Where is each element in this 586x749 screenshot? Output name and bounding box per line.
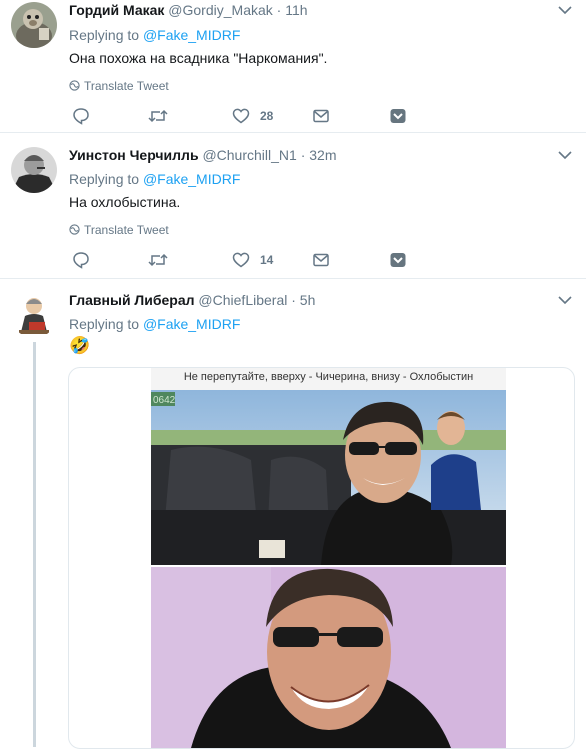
globe-icon — [69, 80, 80, 91]
retweet-icon — [148, 253, 168, 267]
bookmark-icon — [390, 109, 406, 123]
reply-mention-link[interactable]: @Fake_MIDRF — [143, 27, 240, 43]
display-name[interactable]: Гордий Макак — [69, 2, 164, 18]
tweet[interactable]: Уинстон Черчилль @Churchill_N1 · 32m Rep… — [0, 133, 586, 278]
chevron-down-icon[interactable] — [558, 295, 572, 305]
reply-mention-link[interactable]: @Fake_MIDRF — [143, 171, 240, 187]
replying-to: Replying to @Fake_MIDRF — [69, 26, 240, 44]
timestamp[interactable]: 32m — [309, 147, 336, 163]
envelope-icon — [313, 109, 329, 123]
tweet-header: Главный Либерал @ChiefLiberal · 5h — [69, 291, 315, 309]
tweet-text: На охлобыстина. — [69, 194, 181, 210]
envelope-icon — [313, 253, 329, 267]
translate-tweet-link[interactable]: Translate Tweet — [69, 79, 169, 93]
separator-dot: · — [300, 147, 306, 163]
display-name[interactable]: Главный Либерал — [69, 292, 195, 308]
replying-to: Replying to @Fake_MIDRF — [69, 170, 240, 188]
separator-dot: · — [276, 2, 282, 18]
photo-top: 0642 — [151, 390, 506, 565]
tweet[interactable]: Гордий Макак @Gordiy_Makak · 11h Replyin… — [0, 0, 586, 132]
translate-tweet-link[interactable]: Translate Tweet — [69, 223, 169, 237]
photo-bottom — [151, 567, 506, 748]
bookmark-button[interactable] — [389, 251, 407, 271]
media-watermark: 0642 — [153, 395, 176, 406]
globe-icon — [69, 224, 80, 235]
tweet-actions: 14 — [69, 251, 419, 271]
user-handle[interactable]: @Churchill_N1 — [202, 147, 296, 163]
retweet-button[interactable] — [148, 251, 168, 271]
reply-mention-link[interactable]: @Fake_MIDRF — [143, 316, 240, 332]
translate-label: Translate Tweet — [84, 223, 169, 237]
tweet-text: 🤣 — [69, 336, 91, 355]
avatar[interactable] — [11, 292, 57, 338]
heart-icon — [232, 252, 250, 268]
chevron-down-icon[interactable] — [558, 5, 572, 15]
reply-button[interactable] — [72, 251, 90, 271]
user-handle[interactable]: @Gordiy_Makak — [168, 2, 272, 18]
replying-label: Replying to — [69, 316, 143, 332]
heart-icon — [232, 108, 250, 124]
replying-to: Replying to @Fake_MIDRF — [69, 315, 240, 333]
retweet-icon — [148, 109, 168, 123]
media-caption: Не перепутайте, вверху - Чичерина, внизу… — [183, 371, 474, 383]
avatar[interactable] — [11, 147, 57, 193]
tweet-header: Уинстон Черчилль @Churchill_N1 · 32m — [69, 146, 337, 164]
tweet-text: Она похожа на всадника "Наркомания". — [69, 50, 328, 66]
media-caption-bar: Не перепутайте, вверху - Чичерина, внизу… — [151, 368, 506, 390]
like-count: 28 — [260, 109, 274, 123]
timestamp[interactable]: 11h — [285, 2, 307, 18]
translate-label: Translate Tweet — [84, 79, 169, 93]
tweet-actions: 28 — [69, 107, 419, 127]
bookmark-icon — [390, 253, 406, 267]
like-button[interactable] — [232, 251, 250, 271]
reply-button[interactable] — [72, 107, 90, 127]
direct-message-button[interactable] — [312, 107, 330, 127]
media-attachment[interactable]: Не перепутайте, вверху - Чичерина, внизу… — [68, 367, 575, 749]
user-handle[interactable]: @ChiefLiberal — [198, 292, 287, 308]
display-name[interactable]: Уинстон Черчилль — [69, 147, 199, 163]
separator-dot: · — [291, 292, 296, 308]
retweet-button[interactable] — [148, 107, 168, 127]
like-button[interactable] — [232, 107, 250, 127]
replying-label: Replying to — [69, 27, 143, 43]
chevron-down-icon[interactable] — [558, 150, 572, 160]
reply-icon — [73, 252, 89, 269]
bookmark-button[interactable] — [389, 107, 407, 127]
tweet-header: Гордий Макак @Gordiy_Makak · 11h — [69, 1, 308, 19]
replying-label: Replying to — [69, 171, 143, 187]
avatar[interactable] — [11, 2, 57, 48]
reply-icon — [73, 108, 89, 125]
like-count: 14 — [260, 253, 274, 267]
direct-message-button[interactable] — [312, 251, 330, 271]
timestamp[interactable]: 5h — [300, 292, 316, 308]
